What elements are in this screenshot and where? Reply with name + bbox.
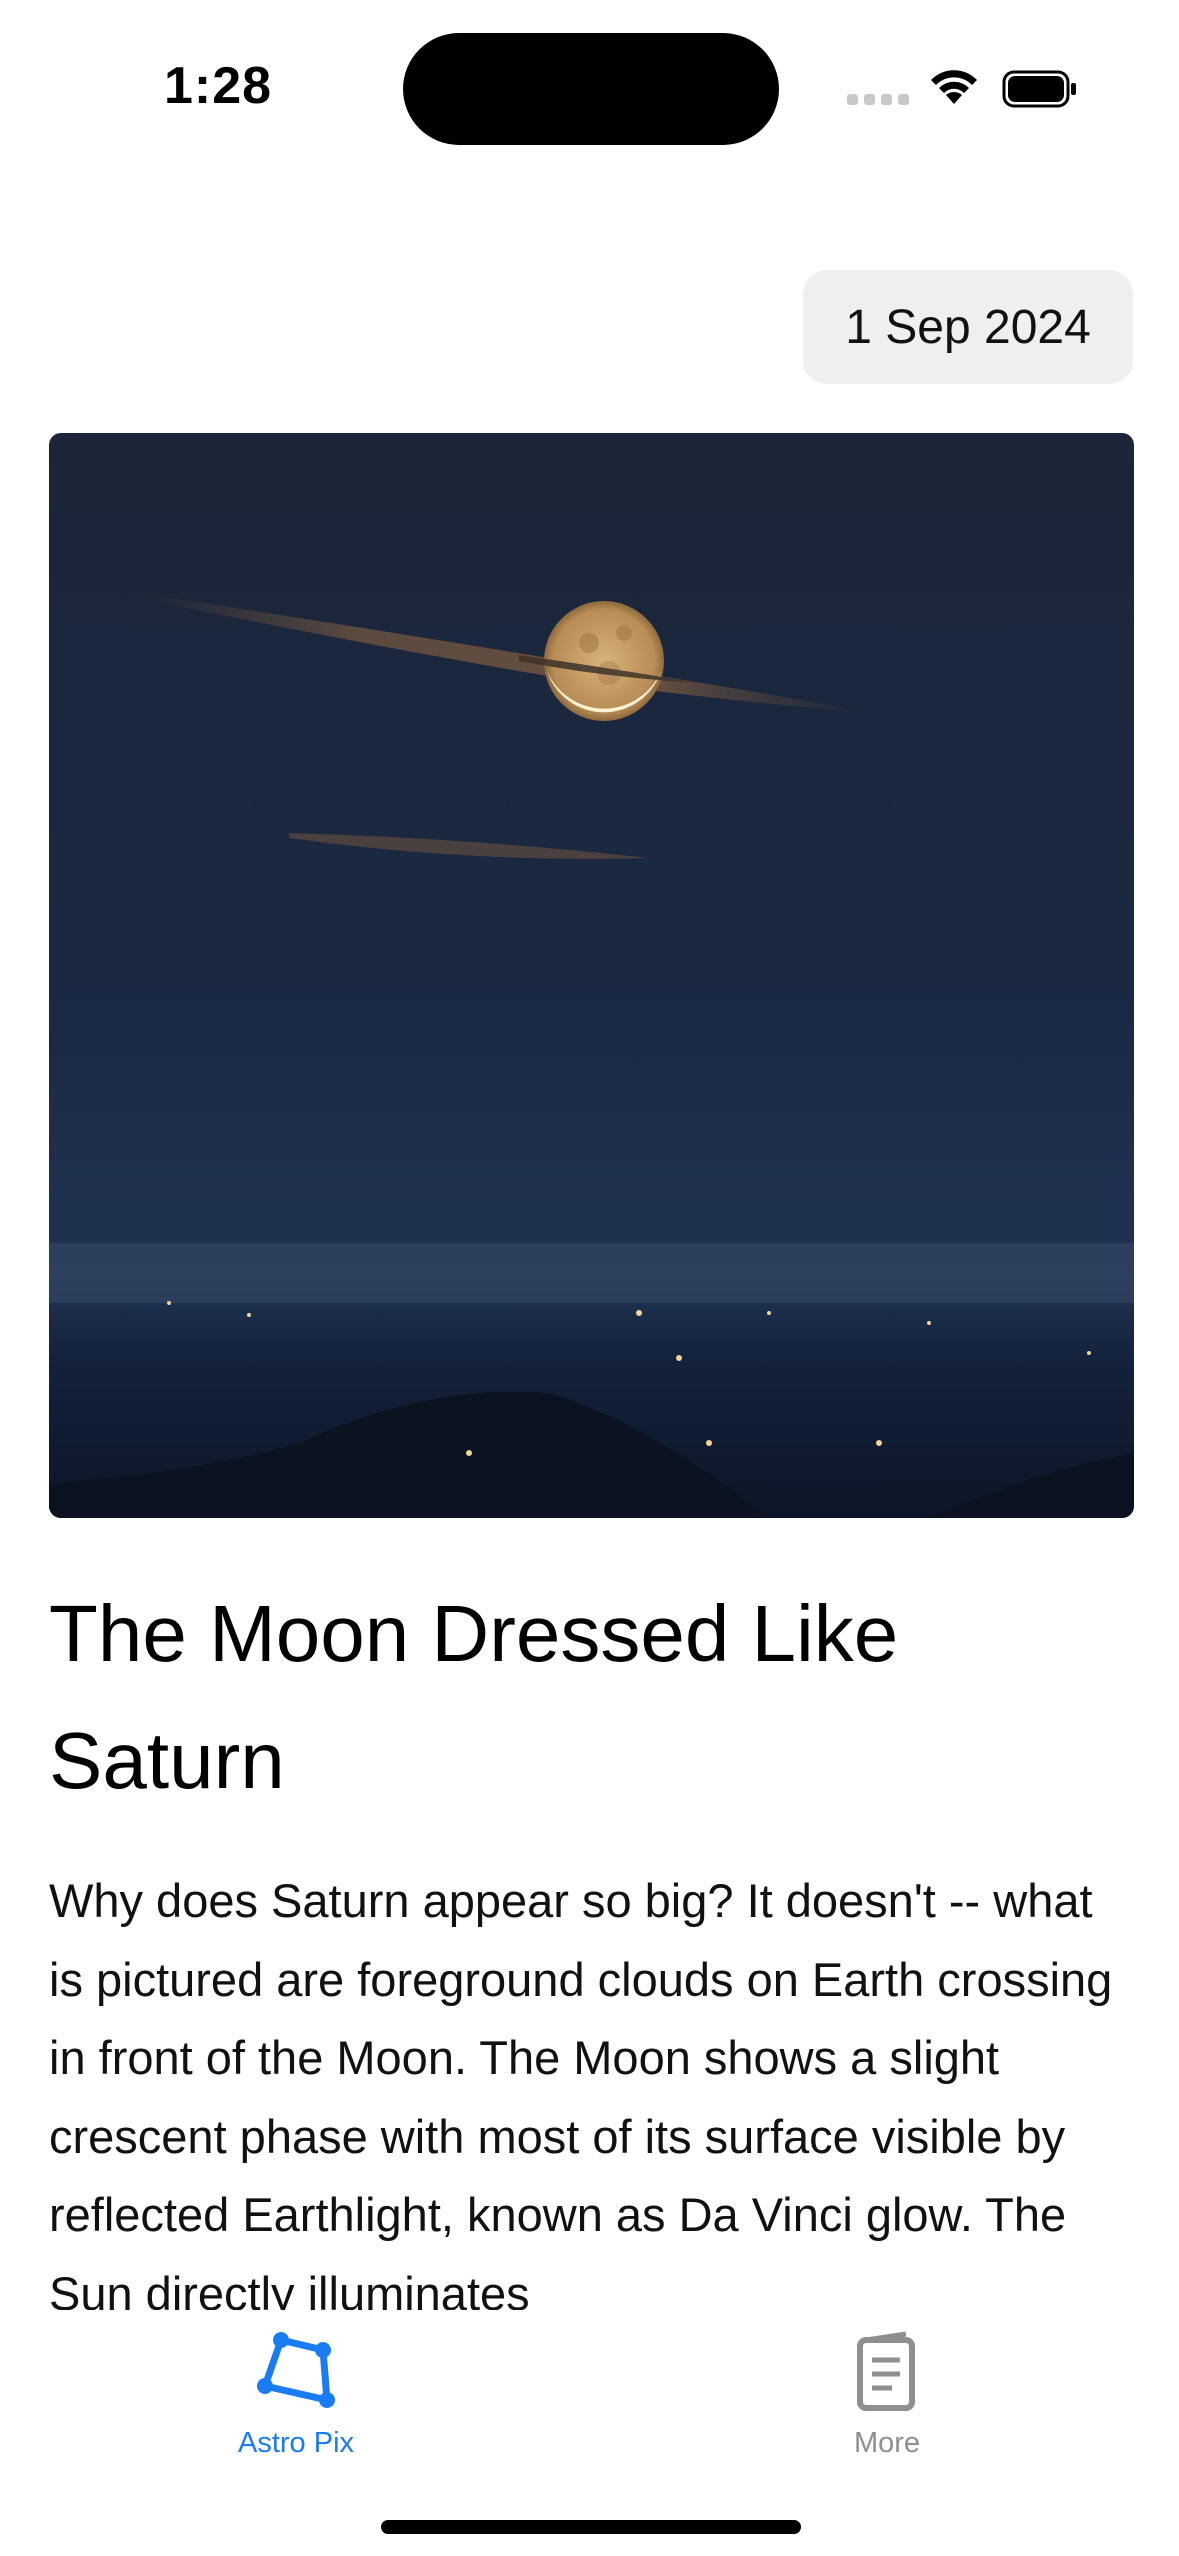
cellular-signal-icon	[847, 94, 909, 105]
dynamic-island	[403, 33, 779, 145]
date-picker-button[interactable]: 1 Sep 2024	[803, 270, 1133, 384]
battery-icon	[1002, 70, 1076, 108]
tab-label-more: More	[853, 2427, 921, 2459]
status-time: 1:28	[164, 57, 273, 115]
tab-astro-pix[interactable]: Astro Pix	[146, 2330, 446, 2460]
status-bar: 1:28	[0, 0, 1179, 160]
apod-title: The Moon Dressed Like Saturn	[49, 1589, 899, 1805]
home-indicator[interactable]	[381, 2520, 801, 2534]
apod-explanation: Why does Saturn appear so big? It doesn'…	[49, 1874, 1113, 2314]
wifi-icon	[931, 70, 977, 104]
document-icon	[857, 2331, 915, 2411]
moon-photo	[49, 433, 1134, 1518]
tab-label-astro-pix: Astro Pix	[237, 2427, 355, 2459]
tab-more[interactable]: More	[737, 2330, 1037, 2460]
apod-image[interactable]	[49, 433, 1134, 1518]
constellation-icon	[257, 2332, 335, 2408]
